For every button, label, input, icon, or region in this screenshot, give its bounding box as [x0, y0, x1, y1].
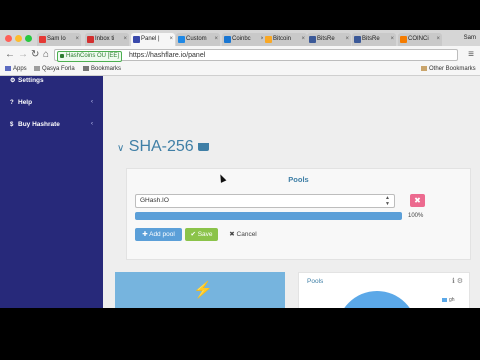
tab-close-icon[interactable]: ×	[123, 33, 127, 46]
favicon-icon	[309, 36, 316, 43]
browser-tab[interactable]: Sam lo ×	[37, 33, 81, 46]
gear-icon[interactable]: ⚙	[457, 278, 463, 285]
favicon-icon	[265, 36, 272, 43]
pools-pie-chart	[337, 291, 417, 308]
folder-icon	[421, 65, 427, 71]
reload-button[interactable]: ↻	[31, 49, 39, 61]
secure-badge[interactable]: HashCoins OU [EE]	[57, 51, 123, 62]
save-button[interactable]: ✔ Save	[185, 228, 218, 241]
add-pool-button[interactable]: ✚ Add pool	[135, 228, 182, 241]
tab-label: BitsRe	[362, 36, 380, 42]
check-icon: ✔	[190, 231, 198, 238]
bookmark-other[interactable]: Other Bookmarks	[421, 65, 476, 74]
browser-tab[interactable]: COINCi ×	[398, 33, 442, 46]
dollar-icon: $	[10, 122, 14, 128]
tab-label: Custom	[186, 36, 207, 42]
browser-tab[interactable]: Panel | ×	[131, 33, 175, 46]
select-arrows-icon: ▲ ▼	[385, 195, 390, 207]
browser-window: Sam lo×Inbox ti×Panel |×Custom×Coinbc×Bi…	[0, 30, 480, 308]
browser-tab[interactable]: Custom ×	[176, 33, 220, 46]
section-title[interactable]: ∨ SHA-256	[117, 137, 209, 159]
tab-close-icon[interactable]: ×	[214, 33, 218, 46]
lightning-icon: ⚡	[193, 282, 213, 299]
promo-panel: ⚡	[115, 272, 285, 308]
url-text[interactable]: https://hashflare.io/panel	[129, 50, 205, 61]
sidebar: ⚙ Settings ? Help ‹ $ Buy Hashrate ‹	[0, 76, 103, 308]
tab-label: BitsRe	[317, 36, 335, 42]
cart-icon	[197, 142, 209, 151]
favicon-icon	[133, 36, 140, 43]
tab-close-icon[interactable]: ×	[75, 33, 79, 46]
question-icon: ?	[10, 100, 14, 106]
pools-card: Pools GHash.IO ▲ ▼ ✖ 100% ✚ Add pool ✔ Sa…	[126, 168, 471, 260]
bookmark-item[interactable]: Qasya Forla	[34, 65, 75, 74]
pool-select[interactable]: GHash.IO ▲ ▼	[135, 194, 395, 208]
favicon-icon	[224, 36, 231, 43]
browser-tab[interactable]: BitsRe ×	[352, 33, 396, 46]
browser-tab[interactable]: Coinbc×	[222, 33, 266, 46]
close-icon: ✖	[229, 231, 237, 238]
star-icon	[83, 65, 89, 71]
browser-tab[interactable]: Inbox ti ×	[85, 33, 129, 46]
tab-close-icon[interactable]: ×	[345, 33, 349, 46]
profile-button[interactable]: Sam	[464, 33, 476, 43]
back-button[interactable]: ←	[5, 49, 15, 61]
tab-close-icon[interactable]: ×	[436, 33, 440, 46]
gears-icon: ⚙	[10, 78, 16, 84]
legend-swatch	[442, 297, 447, 302]
page-icon	[34, 65, 40, 71]
chevron-left-icon: ‹	[91, 121, 93, 127]
tab-label: Sam lo	[47, 36, 66, 42]
tab-label: Bitcoin	[273, 36, 292, 42]
pool-progress-bar	[135, 212, 402, 220]
tab-close-icon[interactable]: ×	[169, 33, 173, 46]
sidebar-item-settings[interactable]: ⚙ Settings	[10, 76, 44, 86]
tab-strip: Sam lo×Inbox ti×Panel |×Custom×Coinbc×Bi…	[0, 30, 480, 46]
info-icon[interactable]: ℹ	[452, 278, 455, 285]
favicon-icon	[39, 36, 46, 43]
minimize-window-button[interactable]	[15, 35, 22, 42]
maximize-window-button[interactable]	[25, 35, 32, 42]
chevron-down-icon: ∨	[117, 143, 125, 154]
home-button[interactable]: ⌂	[43, 49, 49, 61]
sidebar-item-buy-hashrate[interactable]: $ Buy Hashrate	[10, 120, 60, 130]
favicon-icon	[354, 36, 361, 43]
address-toolbar: ← → ↻ ⌂ HashCoins OU [EE] https://hashfl…	[0, 46, 480, 65]
lock-icon	[60, 54, 64, 58]
page-content: ⚙ Settings ? Help ‹ $ Buy Hashrate ‹ ∨ SHA-…	[0, 76, 480, 308]
bookmarks-bar: Apps Qasya Forla Bookmarks Other Bookmar…	[0, 64, 480, 76]
address-bar[interactable]: HashCoins OU [EE] https://hashflare.io/p…	[54, 49, 458, 62]
tab-label: Inbox ti	[95, 36, 115, 42]
tab-close-icon[interactable]: ×	[301, 33, 305, 46]
pools-chart-card: Pools ℹ ⚙ gh	[298, 272, 470, 308]
remove-pool-button[interactable]: ✖	[410, 194, 425, 207]
browser-tab[interactable]: BitsRe ×	[307, 33, 351, 46]
progress-fill	[135, 212, 402, 220]
pools-chart-title: Pools	[307, 278, 324, 285]
tab-close-icon[interactable]: ×	[390, 33, 394, 46]
progress-percent: 100%	[408, 213, 424, 219]
sidebar-item-help[interactable]: ? Help	[10, 98, 32, 108]
tab-label: COINCi	[408, 36, 429, 42]
tab-label: Coinbc	[232, 36, 251, 42]
browser-menu-icon[interactable]: ≡	[468, 49, 474, 61]
pools-card-title: Pools	[288, 175, 309, 184]
tab-label: Panel |	[141, 36, 160, 42]
favicon-icon	[178, 36, 185, 43]
apps-icon	[5, 65, 11, 71]
bookmark-item[interactable]: Bookmarks	[83, 65, 121, 74]
chevron-left-icon: ‹	[91, 99, 93, 105]
secure-label: HashCoins OU [EE]	[66, 53, 120, 59]
cancel-button[interactable]: ✖ Cancel	[223, 228, 263, 241]
chart-tools[interactable]: ℹ ⚙	[452, 277, 463, 285]
favicon-icon	[87, 36, 94, 43]
close-window-button[interactable]	[5, 35, 12, 42]
browser-tab[interactable]: Bitcoin ×	[263, 33, 307, 46]
chart-legend: gh	[442, 297, 455, 303]
bookmark-apps[interactable]: Apps	[5, 65, 27, 74]
forward-button[interactable]: →	[18, 49, 28, 61]
close-icon: ✖	[414, 196, 421, 205]
favicon-icon	[400, 36, 407, 43]
